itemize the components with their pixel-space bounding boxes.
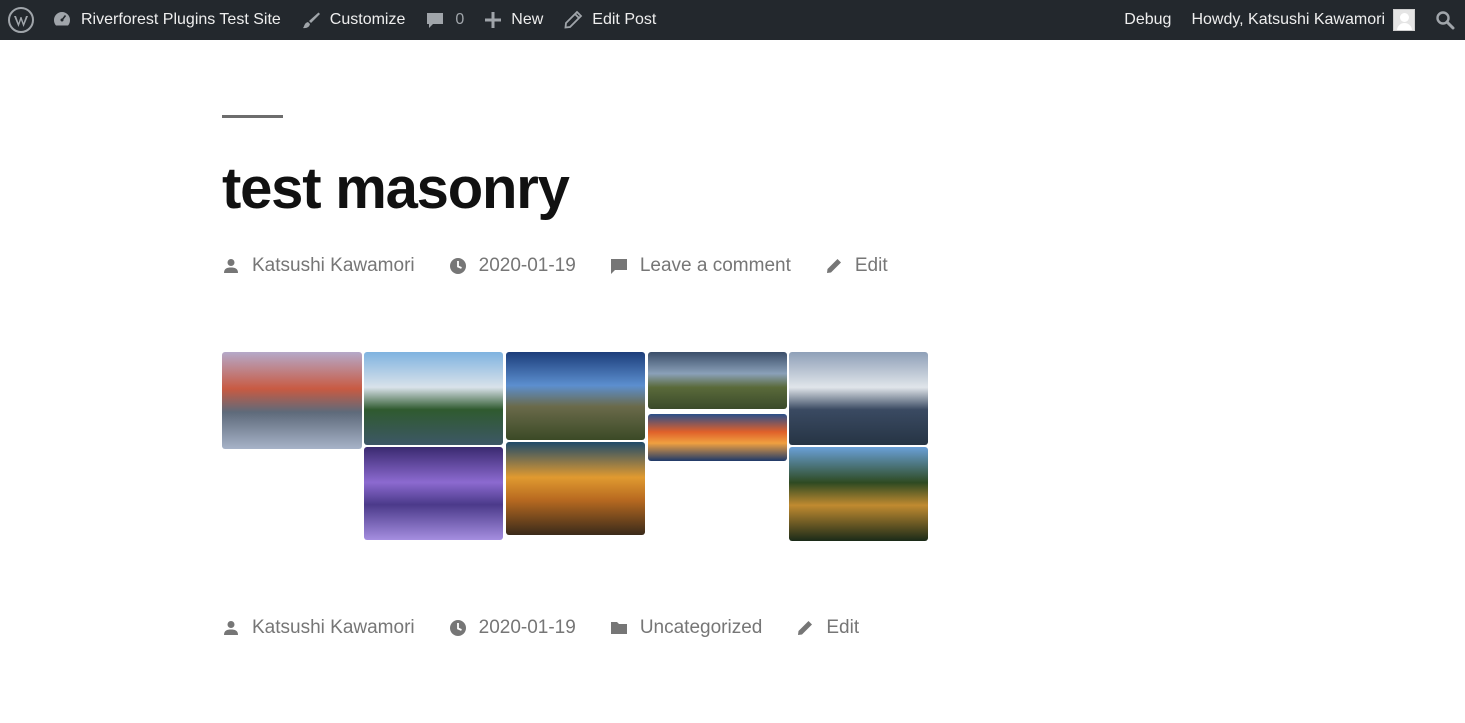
date-link[interactable]: 2020-01-19 [479, 617, 576, 639]
edit-link[interactable]: Edit [826, 617, 859, 639]
gallery-image-autumn-forest-cliffs[interactable] [789, 447, 928, 541]
admin-bar-right: Debug Howdy, Katsushi Kawamori [1114, 0, 1465, 40]
debug-label: Debug [1124, 11, 1172, 28]
search-button[interactable] [1425, 0, 1465, 40]
admin-bar: Riverforest Plugins Test Site Customize … [0, 0, 1465, 40]
clock-icon [449, 258, 466, 274]
gallery-image-valley-sunset-lake[interactable] [222, 352, 362, 449]
gallery-image-forest-river-mountains[interactable] [364, 352, 503, 445]
gallery-image-blue-sky-rocky-peak[interactable] [506, 352, 645, 440]
author-link[interactable]: Katsushi Kawamori [252, 617, 415, 639]
edit-link[interactable]: Edit [855, 255, 888, 277]
meta-author: Katsushi Kawamori [222, 255, 415, 277]
comments-count: 0 [455, 11, 465, 28]
debug-link[interactable]: Debug [1114, 0, 1181, 40]
post-meta-bottom: Katsushi Kawamori 2020-01-19 Uncategoriz… [222, 617, 893, 639]
entry-header: test masonry [222, 115, 570, 221]
folder-icon [610, 622, 627, 634]
customize-label: Customize [329, 11, 406, 28]
site-name-label: Riverforest Plugins Test Site [81, 11, 281, 28]
meta-edit: Edit [825, 255, 888, 277]
person-icon [224, 259, 238, 273]
post-title: test masonry [222, 156, 570, 221]
wordpress-icon [8, 7, 34, 33]
pencil-icon [826, 259, 841, 273]
author-link[interactable]: Katsushi Kawamori [252, 255, 415, 277]
date-link[interactable]: 2020-01-19 [479, 255, 576, 277]
paintbrush-icon [302, 12, 320, 29]
meta-author-bottom: Katsushi Kawamori [222, 617, 415, 639]
person-icon [224, 621, 238, 635]
post-meta-top: Katsushi Kawamori 2020-01-19 Leave a com… [222, 255, 922, 277]
plus-icon [485, 12, 502, 28]
my-account-link[interactable]: Howdy, Katsushi Kawamori [1181, 0, 1425, 40]
howdy-label: Howdy, Katsushi Kawamori [1191, 11, 1385, 28]
gallery-image-mount-fuji-clouds[interactable] [789, 352, 928, 445]
meta-category: Uncategorized [610, 617, 763, 639]
comment-bubble-icon [427, 13, 444, 28]
masonry-gallery [222, 352, 928, 542]
meta-edit-bottom: Edit [796, 617, 859, 639]
customize-link[interactable]: Customize [291, 0, 416, 40]
new-content-link[interactable]: New [474, 0, 553, 40]
gallery-image-golden-sunrise-ridges[interactable] [506, 442, 645, 535]
meta-date-bottom: 2020-01-19 [449, 617, 576, 639]
clock-icon [449, 620, 466, 636]
avatar [1393, 9, 1415, 31]
comments-link[interactable]: 0 [415, 0, 474, 40]
gallery-image-purple-mountain-valley[interactable] [364, 447, 503, 540]
gallery-image-red-sky-sunset-range[interactable] [648, 414, 787, 461]
pencil-icon [798, 621, 813, 635]
leave-comment-link[interactable]: Leave a comment [640, 255, 791, 277]
admin-bar-left: Riverforest Plugins Test Site Customize … [0, 0, 666, 40]
site-name-link[interactable]: Riverforest Plugins Test Site [42, 0, 291, 40]
comment-icon [610, 259, 627, 274]
gallery-image-green-mountain-pass[interactable] [648, 352, 787, 409]
edit-post-link[interactable]: Edit Post [553, 0, 666, 40]
title-divider [222, 115, 283, 118]
meta-comment: Leave a comment [610, 255, 791, 277]
wordpress-logo-button[interactable] [0, 0, 42, 40]
meta-date: 2020-01-19 [449, 255, 576, 277]
pencil-icon [564, 10, 583, 29]
category-link[interactable]: Uncategorized [640, 617, 763, 639]
new-label: New [511, 11, 544, 28]
edit-post-label: Edit Post [592, 11, 657, 28]
dashboard-icon [53, 12, 71, 26]
search-icon [1436, 11, 1455, 30]
